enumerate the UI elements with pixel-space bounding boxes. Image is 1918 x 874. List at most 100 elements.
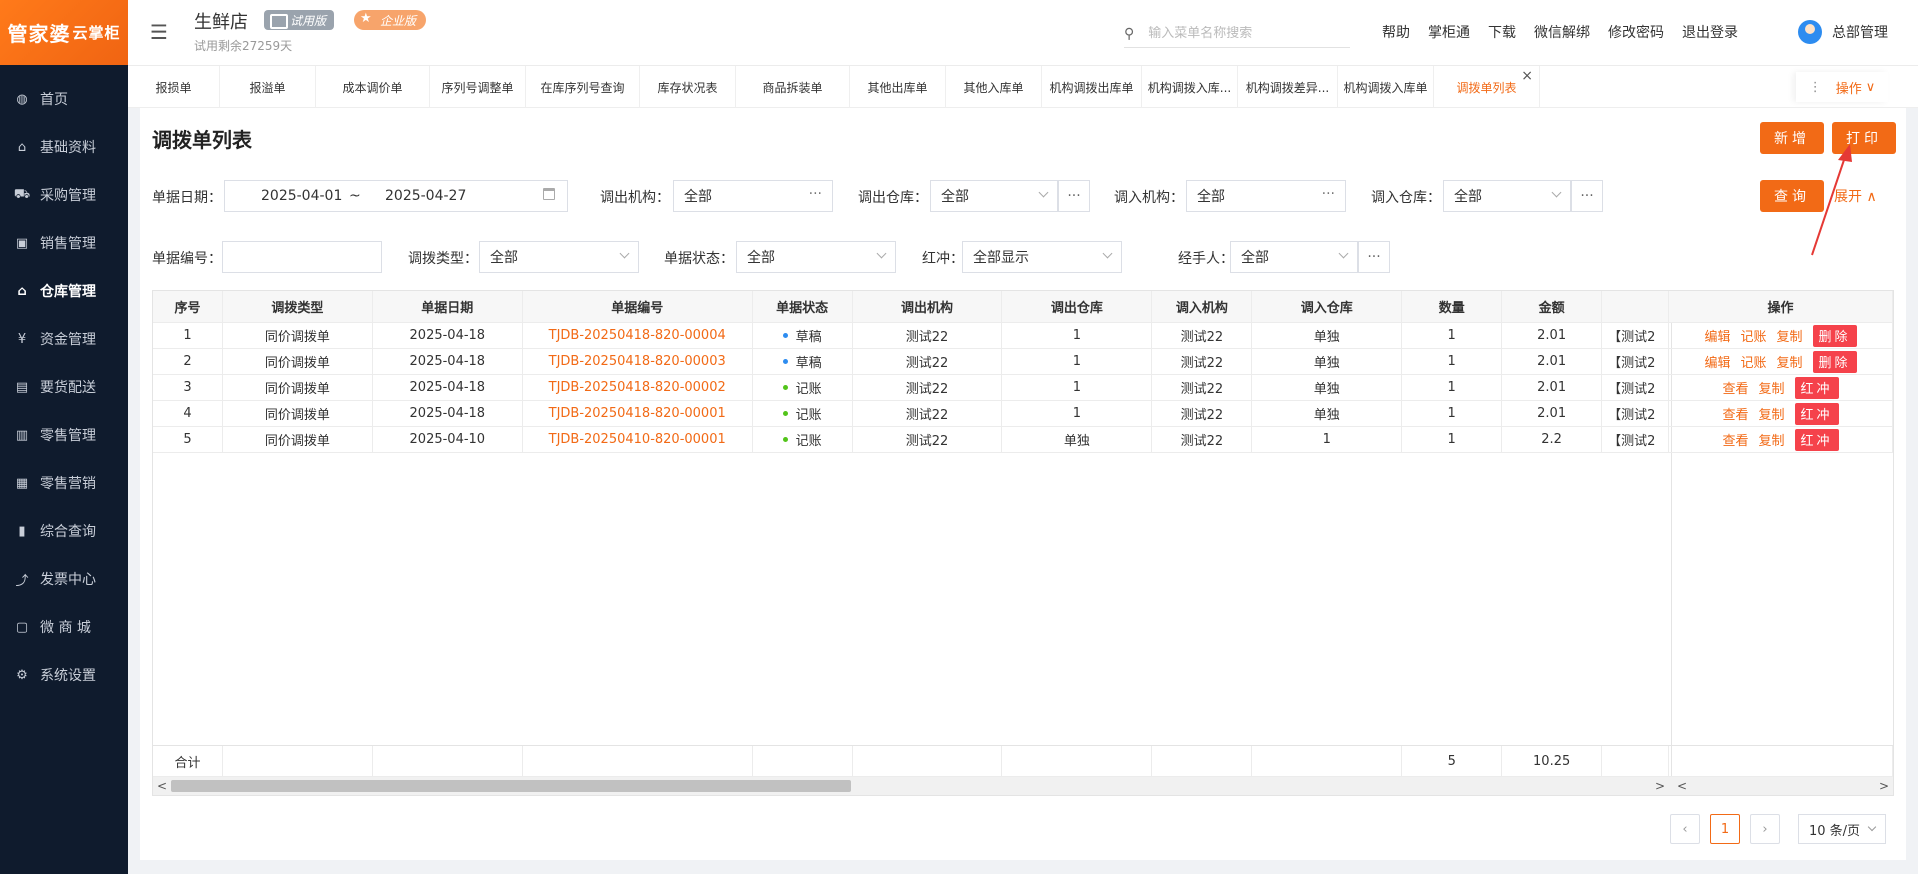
tab-3[interactable]: 序列号调整单 bbox=[430, 66, 526, 108]
top-link-3[interactable]: 微信解绑 bbox=[1534, 22, 1590, 42]
page-size-select[interactable]: 10 条/页 bbox=[1798, 814, 1886, 844]
ops-scroll-left-icon[interactable]: < bbox=[1677, 779, 1687, 793]
cell-status: 草稿 bbox=[753, 323, 853, 348]
cell-code[interactable]: TJDB-20250410-820-00001 bbox=[523, 427, 753, 452]
scroll-thumb[interactable] bbox=[171, 780, 851, 792]
user-menu[interactable]: 总部管理 bbox=[1798, 20, 1888, 44]
red-flush-button[interactable]: 红冲 bbox=[1794, 402, 1839, 425]
tab-0[interactable]: 报损单 bbox=[128, 66, 220, 108]
cell-amount: 2.01 bbox=[1502, 323, 1603, 348]
total-cell bbox=[1602, 746, 1670, 776]
tab-8[interactable]: 其他入库单 bbox=[946, 66, 1042, 108]
op-link-0[interactable]: 编辑 bbox=[1704, 352, 1730, 371]
cell-remark: 【测试2 bbox=[1602, 427, 1670, 452]
sidebar-item-7[interactable]: ▥ 零售管理 bbox=[0, 411, 128, 459]
op-link-1[interactable]: 复制 bbox=[1758, 378, 1784, 397]
cell-code[interactable]: TJDB-20250418-820-00003 bbox=[523, 349, 753, 374]
horizontal-scrollbar[interactable]: < > < > bbox=[153, 777, 1893, 795]
out-org-field[interactable]: 全部 ··· bbox=[673, 180, 833, 212]
red-flush-button[interactable]: 红冲 bbox=[1794, 376, 1839, 399]
total-cell bbox=[1002, 746, 1153, 776]
tab-bar: 报损单 报溢单 成本调价单 序列号调整单 在库序列号查询 库存状况表 商品拆装单 其他出库单 其… bbox=[128, 66, 1918, 108]
top-link-1[interactable]: 掌柜通 bbox=[1428, 22, 1470, 42]
sidebar-item-9[interactable]: ▮ 综合查询 bbox=[0, 507, 128, 555]
scroll-left-icon[interactable]: < bbox=[157, 779, 167, 793]
user-name: 总部管理 bbox=[1832, 25, 1888, 41]
transfer-table: < > < > 序号 调拨类型 单据日期 单据编号 单据状态 调出机构 调出仓库 调入机构 调入… bbox=[152, 290, 1894, 796]
sidebar-item-0[interactable]: ◍ 首页 bbox=[0, 75, 128, 123]
sidebar-item-8[interactable]: ▦ 零售营销 bbox=[0, 459, 128, 507]
scroll-right-icon[interactable]: > bbox=[1655, 779, 1665, 793]
redflush-select[interactable]: 全部显示 bbox=[962, 241, 1122, 273]
op-link-0[interactable]: 查看 bbox=[1722, 378, 1748, 397]
page-number-button[interactable]: 1 bbox=[1710, 814, 1740, 844]
sidebar-item-6[interactable]: ▤ 要货配送 bbox=[0, 363, 128, 411]
in-wh-select[interactable]: 全部 bbox=[1443, 180, 1571, 212]
top-link-4[interactable]: 修改密码 bbox=[1608, 22, 1664, 42]
top-link-2[interactable]: 下载 bbox=[1488, 22, 1516, 42]
tab-13[interactable]: 调拨单列表 × bbox=[1434, 66, 1540, 108]
cell-out-wh: 1 bbox=[1002, 401, 1153, 426]
tab-10[interactable]: 机构调拨入库... bbox=[1142, 66, 1238, 108]
sidebar-item-1[interactable]: ⌂ 基础资料 bbox=[0, 123, 128, 171]
handler-select[interactable]: 全部 bbox=[1230, 241, 1358, 273]
date-range-picker[interactable]: 2025-04-01 ~ 2025-04-27 bbox=[224, 180, 568, 212]
delete-button[interactable]: 删除 bbox=[1812, 324, 1857, 347]
tab-9[interactable]: 机构调拨出库单 bbox=[1042, 66, 1142, 108]
tab-6[interactable]: 商品拆装单 bbox=[736, 66, 850, 108]
sidebar-item-3[interactable]: ▣ 销售管理 bbox=[0, 219, 128, 267]
sidebar-item-label: 零售管理 bbox=[40, 428, 96, 444]
tab-2[interactable]: 成本调价单 bbox=[316, 66, 430, 108]
in-org-field[interactable]: 全部 ··· bbox=[1186, 180, 1346, 212]
next-page-button[interactable]: › bbox=[1750, 814, 1780, 844]
op-link-1[interactable]: 记账 bbox=[1740, 352, 1766, 371]
sidebar-item-12[interactable]: ⚙ 系统设置 bbox=[0, 651, 128, 699]
op-link-1[interactable]: 复制 bbox=[1758, 404, 1784, 423]
op-link-0[interactable]: 查看 bbox=[1722, 430, 1748, 449]
out-wh-select[interactable]: 全部 bbox=[930, 180, 1058, 212]
out-wh-more-button[interactable]: ··· bbox=[1058, 180, 1090, 212]
red-flush-button[interactable]: 红冲 bbox=[1794, 428, 1839, 451]
type-label: 调拨类型： bbox=[408, 251, 478, 267]
total-cell: 合计 bbox=[153, 746, 223, 776]
op-link-1[interactable]: 记账 bbox=[1740, 326, 1766, 345]
close-icon[interactable]: × bbox=[1521, 68, 1533, 84]
cell-out-wh: 单独 bbox=[1002, 427, 1153, 452]
tab-5[interactable]: 库存状况表 bbox=[640, 66, 736, 108]
code-input[interactable] bbox=[222, 241, 382, 273]
prev-page-button[interactable]: ‹ bbox=[1670, 814, 1700, 844]
status-dot-icon bbox=[782, 359, 788, 364]
op-link-2[interactable]: 复制 bbox=[1777, 326, 1803, 345]
in-wh-more-button[interactable]: ··· bbox=[1571, 180, 1603, 212]
cell-code[interactable]: TJDB-20250418-820-00004 bbox=[523, 323, 753, 348]
menu-toggle-icon[interactable]: ☰ bbox=[150, 20, 168, 44]
menu-search-input[interactable] bbox=[1148, 26, 1329, 41]
delete-button[interactable]: 删除 bbox=[1812, 350, 1857, 373]
cell-operations: 查看 复制 红冲 bbox=[1669, 375, 1893, 400]
tab-operations-menu[interactable]: ⋮ 操作 ∨ bbox=[1796, 72, 1888, 102]
ops-scroll-right-icon[interactable]: > bbox=[1879, 779, 1889, 793]
cell-code[interactable]: TJDB-20250418-820-00002 bbox=[523, 375, 753, 400]
tab-11[interactable]: 机构调拨差异... bbox=[1238, 66, 1338, 108]
tab-1[interactable]: 报溢单 bbox=[220, 66, 316, 108]
tab-12[interactable]: 机构调拨入库单 bbox=[1338, 66, 1434, 108]
main-content: 调拨单列表 新增 打印 查询 展开 ∧ 单据日期： 2025-04-01 ~ 2… bbox=[140, 108, 1906, 860]
sidebar-item-5[interactable]: ¥ 资金管理 bbox=[0, 315, 128, 363]
type-select[interactable]: 全部 bbox=[479, 241, 639, 273]
status-select[interactable]: 全部 bbox=[736, 241, 896, 273]
op-link-2[interactable]: 复制 bbox=[1777, 352, 1803, 371]
sidebar-item-2[interactable]: ⛟ 采购管理 bbox=[0, 171, 128, 219]
handler-more-button[interactable]: ··· bbox=[1358, 241, 1390, 273]
sidebar-item-4[interactable]: ⌂ 仓库管理 bbox=[0, 267, 128, 315]
tab-7[interactable]: 其他出库单 bbox=[850, 66, 946, 108]
op-link-1[interactable]: 复制 bbox=[1758, 430, 1784, 449]
top-link-0[interactable]: 帮助 bbox=[1382, 22, 1410, 42]
op-link-0[interactable]: 查看 bbox=[1722, 404, 1748, 423]
op-link-0[interactable]: 编辑 bbox=[1704, 326, 1730, 345]
sidebar-item-11[interactable]: ▢ 微 商 城 bbox=[0, 603, 128, 651]
cell-no: 4 bbox=[153, 401, 223, 426]
cell-code[interactable]: TJDB-20250418-820-00001 bbox=[523, 401, 753, 426]
top-link-5[interactable]: 退出登录 bbox=[1682, 22, 1738, 42]
sidebar-item-10[interactable]: ⤴ 发票中心 bbox=[0, 555, 128, 603]
tab-4[interactable]: 在库序列号查询 bbox=[526, 66, 640, 108]
